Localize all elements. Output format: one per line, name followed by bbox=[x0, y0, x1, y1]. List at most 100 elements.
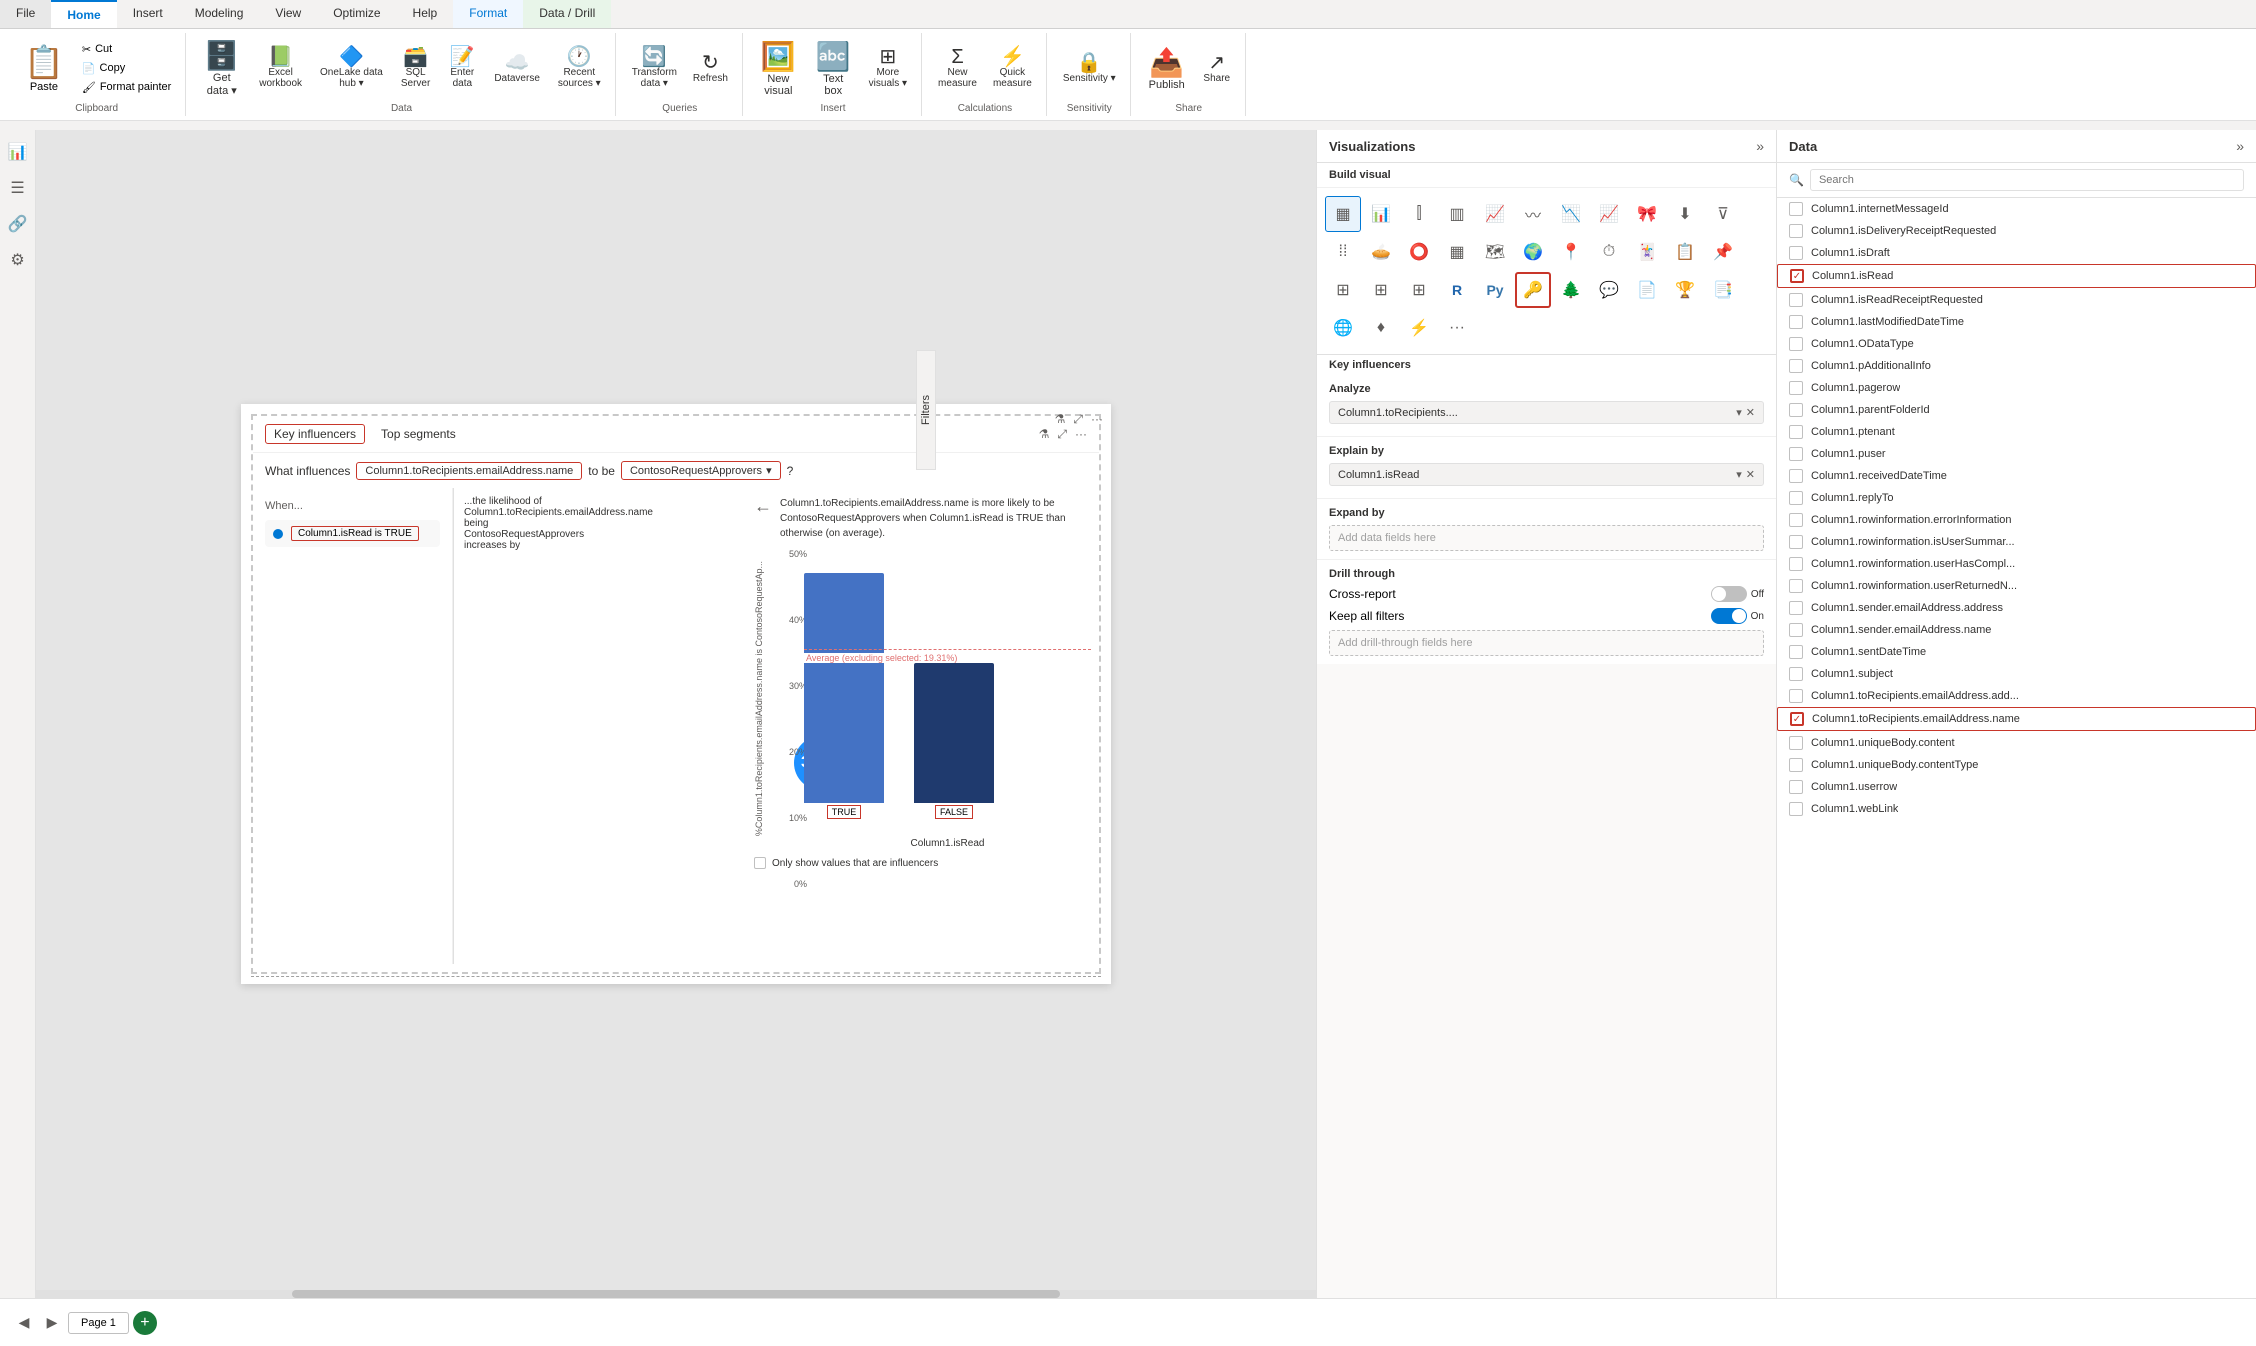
viz-matrix[interactable]: ⊞ bbox=[1363, 272, 1399, 308]
data-item-checkbox[interactable] bbox=[1789, 337, 1803, 351]
viz-multirow-card[interactable]: 📋 bbox=[1667, 234, 1703, 270]
question-value-dropdown[interactable]: ContosoRequestApprovers ▾ bbox=[621, 461, 781, 480]
viz-azure-map[interactable]: 📍 bbox=[1553, 234, 1589, 270]
tab-home[interactable]: Home bbox=[51, 0, 116, 28]
visual-more-options-icon[interactable]: ··· bbox=[1075, 427, 1087, 442]
viz-card[interactable]: 🃏 bbox=[1629, 234, 1665, 270]
get-data-button[interactable]: 🗄️ Getdata ▾ bbox=[196, 35, 247, 101]
only-influencers-checkbox[interactable] bbox=[754, 857, 766, 869]
data-list-item[interactable]: Column1.isReadReceiptRequested bbox=[1777, 289, 2256, 311]
viz-filled-map[interactable]: 🌍 bbox=[1515, 234, 1551, 270]
data-list-item[interactable]: Column1.userrow bbox=[1777, 776, 2256, 798]
paste-button[interactable]: 📋 Paste bbox=[16, 41, 72, 96]
onelake-hub-button[interactable]: 🔷 OneLake datahub ▾ bbox=[314, 43, 389, 93]
data-item-checkbox[interactable] bbox=[1789, 601, 1803, 615]
data-list-item[interactable]: Column1.toRecipients.emailAddress.add... bbox=[1777, 685, 2256, 707]
data-list-item[interactable]: Column1.ODataType bbox=[1777, 333, 2256, 355]
viz-line-area[interactable]: 📈 bbox=[1591, 196, 1627, 232]
data-list-item[interactable]: Column1.uniqueBody.content bbox=[1777, 732, 2256, 754]
data-item-checkbox[interactable] bbox=[1789, 469, 1803, 483]
viz-python[interactable]: Py bbox=[1477, 272, 1513, 308]
viz-stacked-bar[interactable]: ▦ bbox=[1325, 196, 1361, 232]
viz-pie[interactable]: 🥧 bbox=[1363, 234, 1399, 270]
tab-format[interactable]: Format bbox=[453, 0, 523, 28]
new-visual-button[interactable]: 🖼️ Newvisual bbox=[753, 36, 804, 101]
tab-modeling[interactable]: Modeling bbox=[179, 0, 260, 28]
excel-workbook-button[interactable]: 📗 Excelworkbook bbox=[253, 43, 308, 93]
data-list-item[interactable]: Column1.internetMessageId bbox=[1777, 198, 2256, 220]
data-item-checkbox[interactable]: ✓ bbox=[1790, 712, 1804, 726]
more-visuals-button[interactable]: ⊞ Morevisuals ▾ bbox=[863, 43, 913, 93]
viz-funnel[interactable]: ⊽ bbox=[1705, 196, 1741, 232]
data-list-item[interactable]: Column1.puser bbox=[1777, 443, 2256, 465]
data-list-item[interactable]: Column1.isDeliveryReceiptRequested bbox=[1777, 220, 2256, 242]
data-list-item[interactable]: Column1.rowinformation.isUserSummar... bbox=[1777, 531, 2256, 553]
model-view-icon[interactable]: 🔗 bbox=[4, 210, 32, 238]
influencer-item[interactable]: Column1.isRead is TRUE bbox=[265, 520, 440, 547]
canvas-filter-icon[interactable]: ⚗ bbox=[1055, 412, 1066, 427]
viz-anomaly[interactable]: 🏆 bbox=[1667, 272, 1703, 308]
data-item-checkbox[interactable] bbox=[1789, 246, 1803, 260]
data-item-checkbox[interactable] bbox=[1789, 491, 1803, 505]
data-item-checkbox[interactable] bbox=[1789, 359, 1803, 373]
data-list-item[interactable]: Column1.sender.emailAddress.address bbox=[1777, 597, 2256, 619]
data-item-checkbox[interactable] bbox=[1789, 736, 1803, 750]
viz-scatter[interactable]: ⁞⁞ bbox=[1325, 234, 1361, 270]
analyze-field-remove[interactable]: ✕ bbox=[1746, 406, 1755, 419]
page-1-tab[interactable]: Page 1 bbox=[68, 1312, 129, 1334]
tab-data-drill[interactable]: Data / Drill bbox=[523, 0, 611, 28]
viz-clustered-col[interactable]: 📈 bbox=[1477, 196, 1513, 232]
enter-data-button[interactable]: 📝 Enterdata bbox=[442, 43, 482, 93]
format-painter-button[interactable]: 🖌 Format painter bbox=[76, 79, 178, 96]
viz-power-automate[interactable]: ⚡ bbox=[1401, 310, 1437, 346]
viz-map[interactable]: 🗺 bbox=[1477, 234, 1513, 270]
data-panel-expand[interactable]: » bbox=[2236, 138, 2244, 154]
explain-field-chevron[interactable]: ▾ bbox=[1736, 468, 1742, 481]
recent-sources-button[interactable]: 🕐 Recentsources ▾ bbox=[552, 43, 607, 93]
transform-data-button[interactable]: 🔄 Transformdata ▾ bbox=[626, 43, 683, 93]
data-item-checkbox[interactable] bbox=[1789, 645, 1803, 659]
analyze-field-chip[interactable]: Column1.toRecipients.... ▾ ✕ bbox=[1329, 401, 1764, 424]
add-page-button[interactable]: + bbox=[133, 1311, 157, 1335]
data-item-checkbox[interactable] bbox=[1789, 758, 1803, 772]
viz-ribbon[interactable]: 🎀 bbox=[1629, 196, 1665, 232]
text-box-button[interactable]: 🔤 Textbox bbox=[808, 36, 859, 101]
data-item-checkbox[interactable] bbox=[1789, 802, 1803, 816]
data-item-checkbox[interactable] bbox=[1789, 579, 1803, 593]
question-column-field[interactable]: Column1.toRecipients.emailAddress.name bbox=[356, 462, 582, 480]
viz-paginated[interactable]: 📑 bbox=[1705, 272, 1741, 308]
data-item-checkbox[interactable] bbox=[1789, 224, 1803, 238]
tab-view[interactable]: View bbox=[259, 0, 317, 28]
data-item-checkbox[interactable] bbox=[1789, 447, 1803, 461]
new-measure-button[interactable]: Σ Newmeasure bbox=[932, 43, 983, 93]
data-list-item[interactable]: Column1.webLink bbox=[1777, 798, 2256, 820]
data-item-checkbox[interactable] bbox=[1789, 689, 1803, 703]
viz-waterfall[interactable]: ⬇ bbox=[1667, 196, 1703, 232]
drill-field-placeholder[interactable]: Add drill-through fields here bbox=[1329, 630, 1764, 656]
cross-report-toggle[interactable] bbox=[1711, 586, 1747, 602]
data-list-item[interactable]: Column1.isDraft bbox=[1777, 242, 2256, 264]
back-arrow[interactable]: ← bbox=[754, 496, 772, 517]
data-list-item[interactable]: Column1.pAdditionalInfo bbox=[1777, 355, 2256, 377]
data-list-item[interactable]: Column1.parentFolderId bbox=[1777, 399, 2256, 421]
search-input[interactable] bbox=[1810, 169, 2244, 191]
data-list-item[interactable]: Column1.lastModifiedDateTime bbox=[1777, 311, 2256, 333]
data-item-checkbox[interactable] bbox=[1789, 780, 1803, 794]
data-list-item[interactable]: Column1.subject bbox=[1777, 663, 2256, 685]
explain-field-remove[interactable]: ✕ bbox=[1746, 468, 1755, 481]
data-item-checkbox[interactable]: ✓ bbox=[1790, 269, 1804, 283]
data-item-checkbox[interactable] bbox=[1789, 425, 1803, 439]
keep-filters-toggle[interactable] bbox=[1711, 608, 1747, 624]
viz-clustered-bar[interactable]: ⫿ bbox=[1401, 196, 1437, 232]
data-list-item[interactable]: Column1.rowinformation.errorInformation bbox=[1777, 509, 2256, 531]
refresh-button[interactable]: ↻ Refresh bbox=[687, 49, 734, 88]
viz-qa[interactable]: 💬 bbox=[1591, 272, 1627, 308]
canvas-expand-icon[interactable]: ⤢ bbox=[1073, 412, 1083, 427]
viz-gauge[interactable]: ⏱ bbox=[1591, 234, 1627, 270]
horizontal-scrollbar[interactable] bbox=[36, 1290, 1316, 1298]
filters-side-tab[interactable]: Filters bbox=[916, 350, 936, 470]
report-view-icon[interactable]: 📊 bbox=[4, 138, 32, 166]
publish-button[interactable]: 📤 Publish bbox=[1141, 42, 1193, 95]
quick-measure-button[interactable]: ⚡ Quickmeasure bbox=[987, 43, 1038, 93]
explain-field-chip[interactable]: Column1.isRead ▾ ✕ bbox=[1329, 463, 1764, 486]
